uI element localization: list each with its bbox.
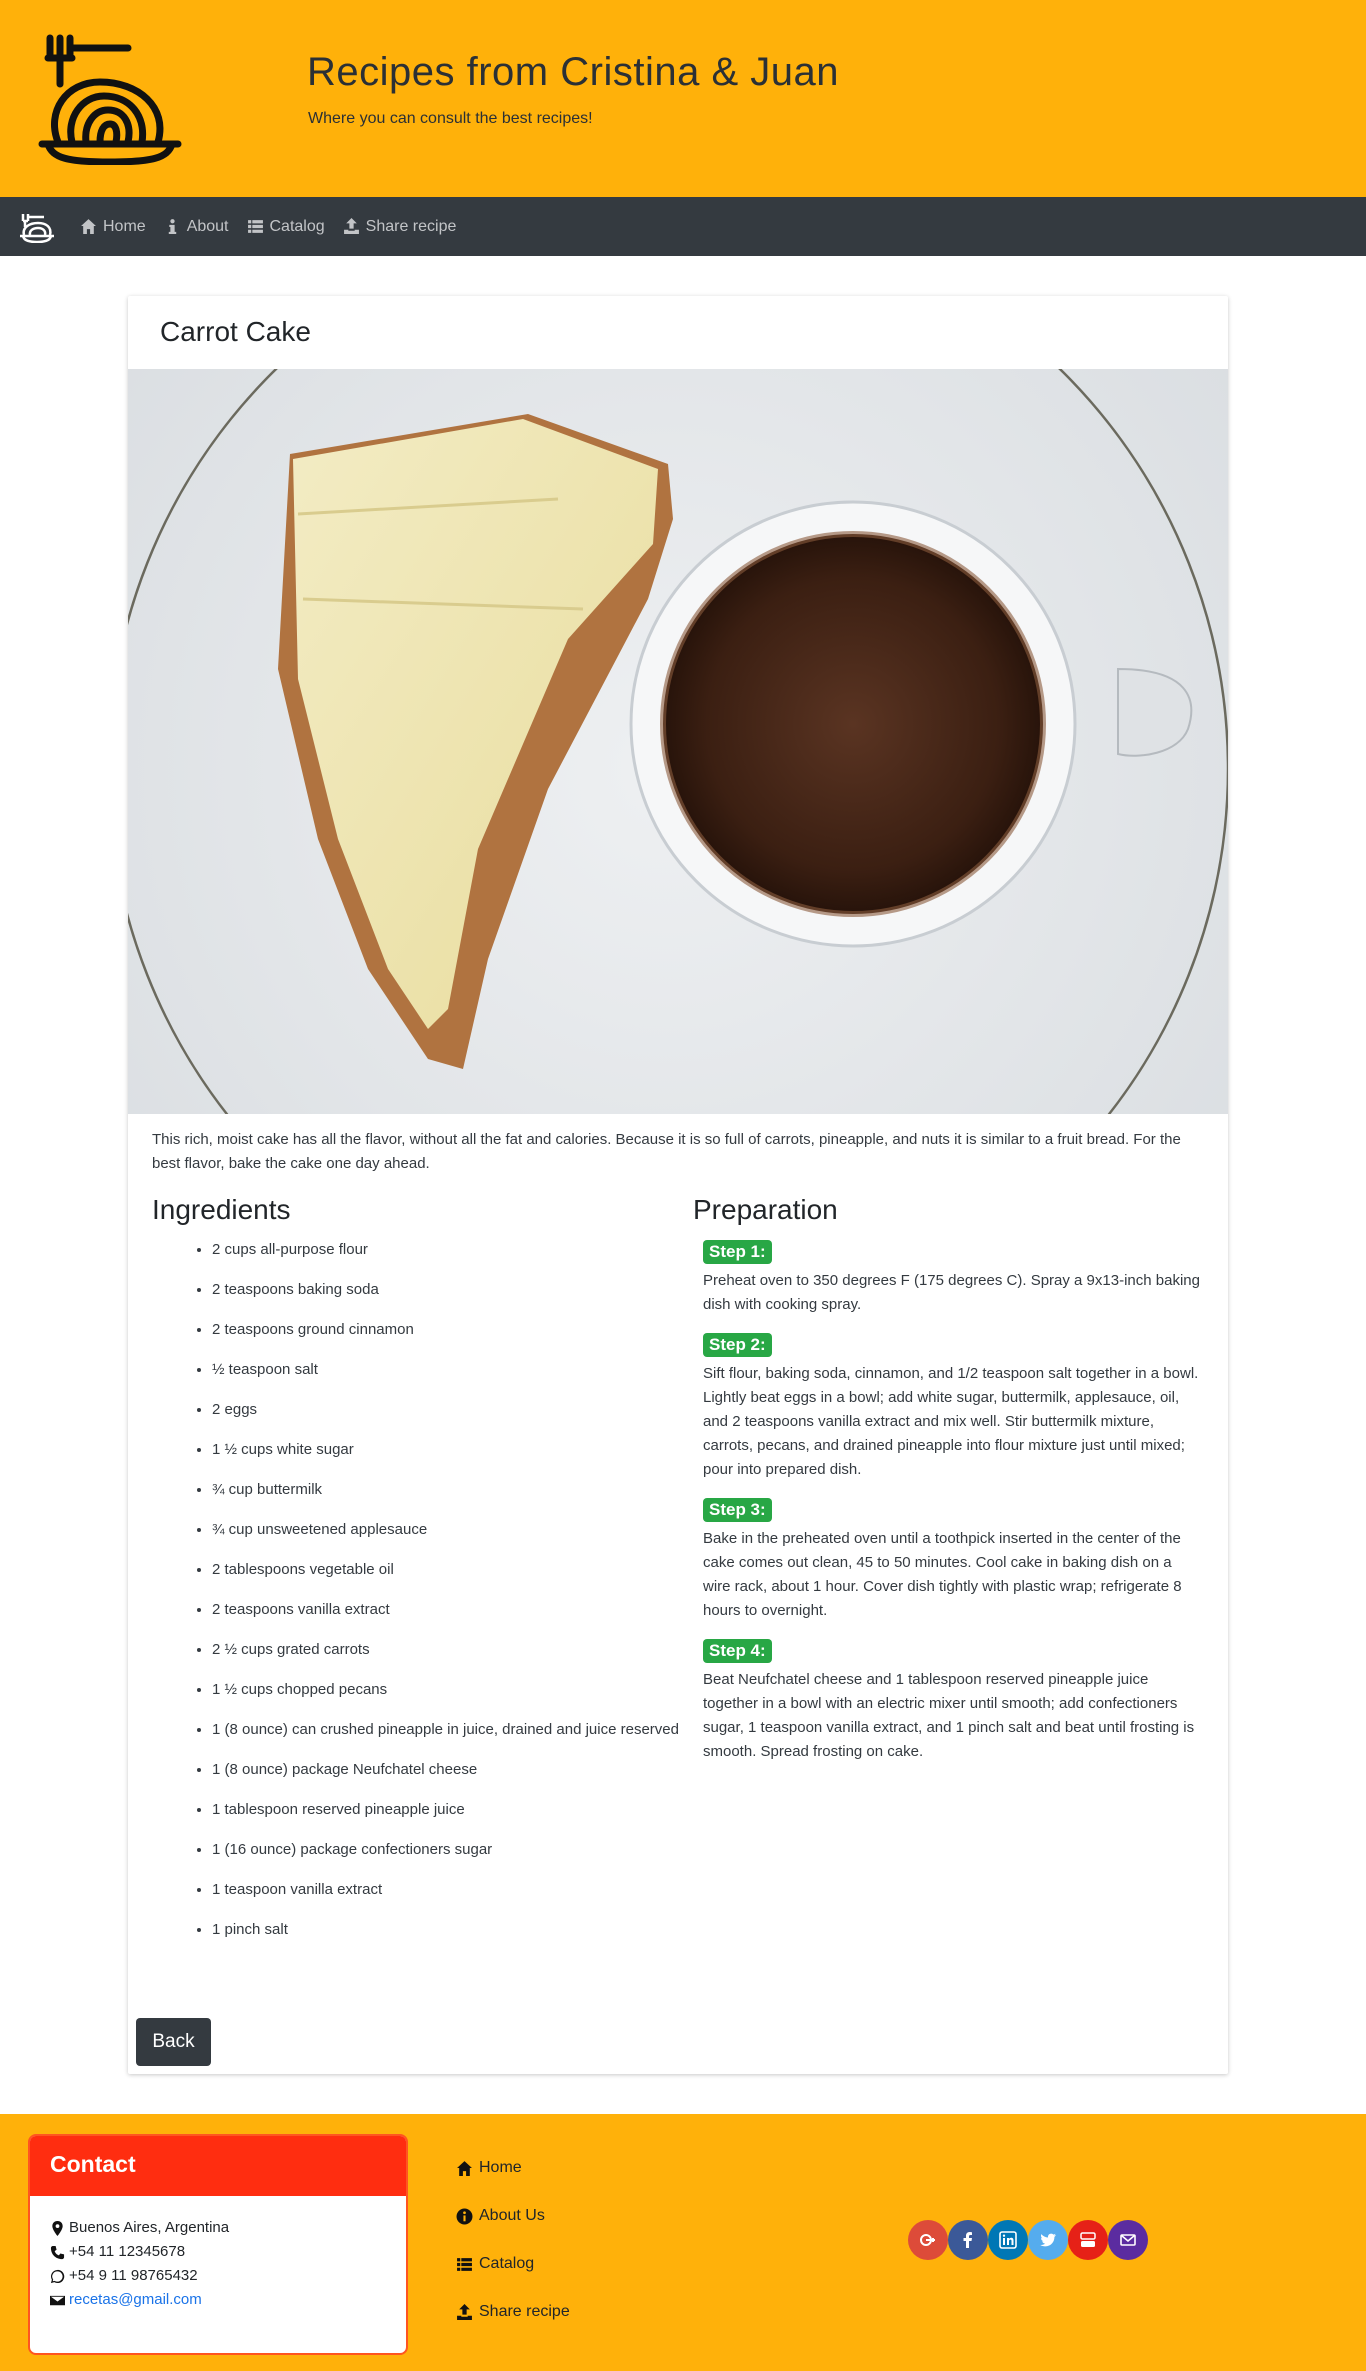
google-plus-icon[interactable]	[908, 2220, 948, 2260]
preparation-heading: Preparation	[693, 1194, 838, 1225]
back-button[interactable]: Back	[136, 2018, 211, 2066]
step-text: Sift flour, baking soda, cinnamon, and 1…	[703, 1365, 1199, 1478]
footer-link-about[interactable]: About Us	[456, 2204, 570, 2228]
ingredient-item: 1 tablespoon reserved pineapple juice	[212, 1798, 682, 1822]
ingredients-list: 2 cups all-purpose flour 2 teaspoons bak…	[188, 1238, 682, 1958]
phone-icon	[50, 2245, 65, 2259]
ingredients-heading: Ingredients	[152, 1194, 291, 1225]
nav-share-recipe[interactable]: Share recipe	[343, 217, 457, 236]
whatsapp-icon	[50, 2269, 65, 2283]
ingredient-item: 2 teaspoons vanilla extract	[212, 1598, 682, 1622]
preparation-steps: Step 1: Preheat oven to 350 degrees F (1…	[703, 1240, 1203, 1780]
step-badge: Step 2:	[703, 1333, 772, 1357]
nav-home[interactable]: Home	[80, 218, 146, 236]
step-text: Bake in the preheated oven until a tooth…	[703, 1530, 1182, 1619]
recipe-description: This rich, moist cake has all the flavor…	[152, 1131, 1181, 1172]
home-icon	[457, 2160, 472, 2176]
ingredient-item: 1 pinch salt	[212, 1918, 682, 1942]
ingredient-item: ½ teaspoon salt	[212, 1358, 682, 1382]
contact-phone: +54 11 12345678	[50, 2240, 406, 2264]
ingredient-item: ¾ cup buttermilk	[212, 1478, 682, 1502]
list-icon	[457, 2257, 472, 2271]
step-text: Preheat oven to 350 degrees F (175 degre…	[703, 1272, 1200, 1313]
step-badge: Step 4:	[703, 1639, 772, 1663]
email-icon[interactable]	[1108, 2220, 1148, 2260]
nav-catalog[interactable]: Catalog	[247, 218, 325, 236]
ingredient-item: 1 ½ cups chopped pecans	[212, 1678, 682, 1702]
contact-whatsapp-text: +54 9 11 98765432	[69, 2267, 198, 2284]
upload-icon	[457, 2303, 472, 2320]
step-1: Step 1: Preheat oven to 350 degrees F (1…	[703, 1240, 1203, 1317]
upload-icon	[343, 218, 359, 234]
main-navbar: Home About Catalog Share recipe	[0, 197, 1366, 256]
nav-about[interactable]: About	[164, 218, 229, 236]
brand-logo-icon[interactable]	[18, 211, 56, 243]
map-marker-icon	[52, 2220, 63, 2236]
ingredient-item: 2 teaspoons baking soda	[212, 1278, 682, 1302]
contact-email-link[interactable]: recetas@gmail.com	[69, 2288, 202, 2312]
youtube-icon[interactable]	[1068, 2220, 1108, 2260]
envelope-icon	[50, 2295, 65, 2305]
ingredient-item: 2 teaspoons ground cinnamon	[212, 1318, 682, 1342]
footer-link-about-label: About Us	[479, 2207, 545, 2224]
footer-link-home[interactable]: Home	[456, 2156, 570, 2180]
home-icon	[81, 219, 96, 234]
contact-address-text: Buenos Aires, Argentina	[69, 2219, 230, 2236]
footer-link-catalog-label: Catalog	[479, 2255, 535, 2272]
social-links	[908, 2220, 1148, 2260]
ingredient-item: 1 (8 ounce) package Neufchatel cheese	[212, 1758, 682, 1782]
info-icon	[168, 219, 176, 234]
step-4: Step 4: Beat Neufchatel cheese and 1 tab…	[703, 1639, 1203, 1764]
contact-title: Contact	[30, 2136, 406, 2196]
ingredient-item: 1 ½ cups white sugar	[212, 1438, 682, 1462]
step-badge: Step 1:	[703, 1240, 772, 1264]
contact-details: Buenos Aires, Argentina +54 11 12345678 …	[30, 2196, 406, 2312]
site-header: Recipes from Cristina & Juan Where you c…	[0, 0, 1366, 197]
contact-whatsapp: +54 9 11 98765432	[50, 2264, 406, 2288]
recipe-title: Carrot Cake	[160, 316, 311, 347]
list-icon	[247, 220, 263, 233]
contact-address: Buenos Aires, Argentina	[50, 2216, 406, 2240]
cake-and-coffee-illustration	[128, 369, 1228, 1114]
ingredient-item: ¾ cup unsweetened applesauce	[212, 1518, 682, 1542]
step-3: Step 3: Bake in the preheated oven until…	[703, 1498, 1203, 1623]
footer-link-home-label: Home	[479, 2159, 522, 2176]
ingredient-item: 1 (8 ounce) can crushed pineapple in jui…	[212, 1718, 682, 1742]
footer-link-catalog[interactable]: Catalog	[456, 2252, 570, 2276]
footer-link-share-recipe-label: Share recipe	[479, 2303, 570, 2320]
site-subtitle: Where you can consult the best recipes!	[308, 110, 593, 127]
contact-email[interactable]: recetas@gmail.com	[50, 2288, 406, 2312]
info-circle-icon	[456, 2208, 473, 2224]
step-2: Step 2: Sift flour, baking soda, cinnamo…	[703, 1333, 1203, 1482]
contact-phone-text: +54 11 12345678	[69, 2243, 186, 2260]
ingredient-item: 2 eggs	[212, 1398, 682, 1422]
footer-link-share-recipe[interactable]: Share recipe	[456, 2300, 570, 2324]
footer-links: Home About Us Catalog Share recipe	[456, 2156, 570, 2348]
nav-catalog-label: Catalog	[269, 217, 325, 235]
site-title: Recipes from Cristina & Juan	[307, 50, 839, 94]
site-footer: Contact Buenos Aires, Argentina +54 11 1…	[0, 2114, 1366, 2371]
nav-home-label: Home	[103, 217, 146, 235]
nav-share-recipe-label: Share recipe	[365, 217, 457, 235]
nav-links: Home About Catalog Share recipe	[80, 197, 474, 256]
nav-about-label: About	[186, 217, 229, 235]
spaghetti-logo-icon	[38, 34, 182, 165]
recipe-card: Carrot Cake This rich, moist cake has al…	[128, 296, 1228, 2074]
ingredient-item: 1 (16 ounce) package confectioners sugar	[212, 1838, 682, 1862]
contact-card: Contact Buenos Aires, Argentina +54 11 1…	[28, 2134, 408, 2355]
facebook-icon[interactable]	[948, 2220, 988, 2260]
recipe-image	[128, 369, 1228, 1114]
step-badge: Step 3:	[703, 1498, 772, 1522]
step-text: Beat Neufchatel cheese and 1 tablespoon …	[703, 1671, 1195, 1760]
ingredient-item: 1 teaspoon vanilla extract	[212, 1878, 682, 1902]
ingredient-item: 2 tablespoons vegetable oil	[212, 1558, 682, 1582]
ingredient-item: 2 ½ cups grated carrots	[212, 1638, 682, 1662]
linkedin-icon[interactable]	[988, 2220, 1028, 2260]
twitter-icon[interactable]	[1028, 2220, 1068, 2260]
ingredient-item: 2 cups all-purpose flour	[212, 1238, 682, 1262]
